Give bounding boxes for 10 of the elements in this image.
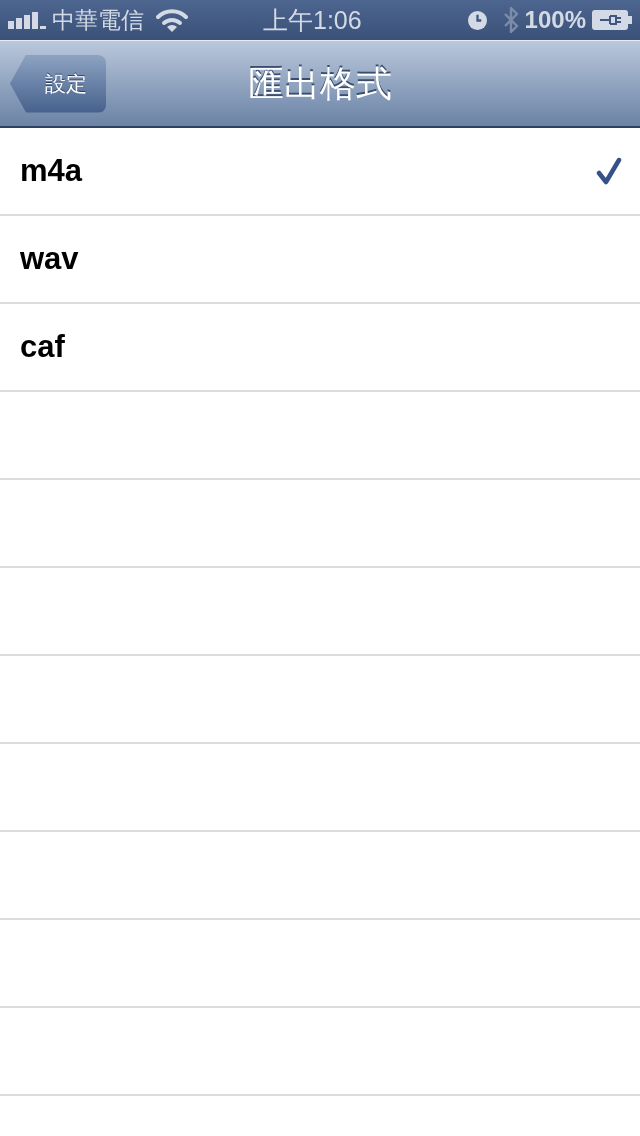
battery-icon xyxy=(592,10,632,30)
clock-icon xyxy=(467,10,487,30)
bluetooth-icon xyxy=(502,6,519,34)
screen-title: 匯出格式 xyxy=(248,65,392,102)
back-button[interactable]: 設定 xyxy=(10,54,106,113)
battery-percent: 100% xyxy=(524,8,586,32)
status-time: 上午1:06 xyxy=(263,6,362,34)
signal-icon xyxy=(8,11,46,29)
wifi-icon xyxy=(156,8,188,32)
carrier-name: 中華電信 xyxy=(52,8,144,32)
